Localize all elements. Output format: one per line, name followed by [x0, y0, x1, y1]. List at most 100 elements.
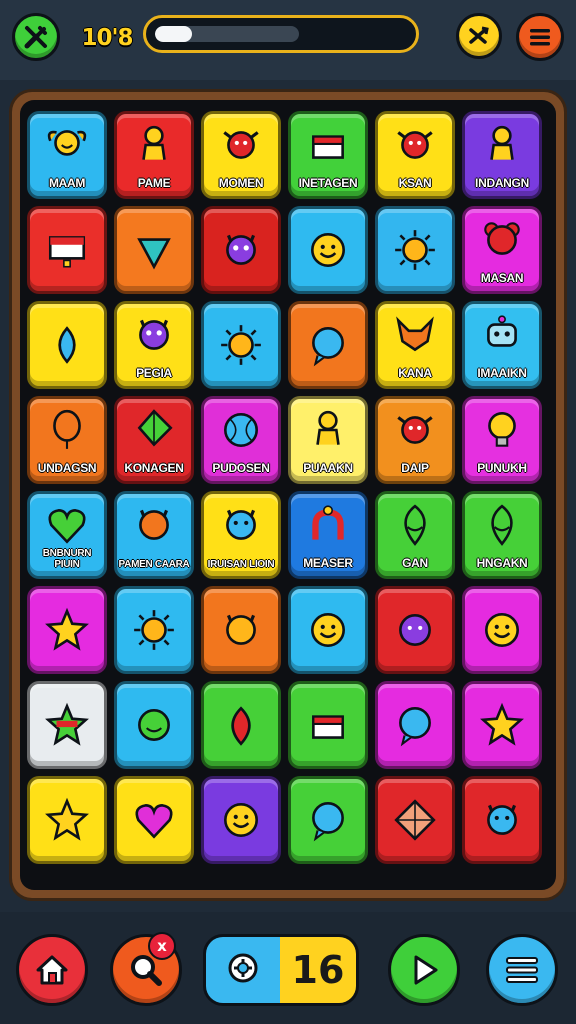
tile[interactable]: PAME	[114, 111, 194, 199]
tile[interactable]	[288, 681, 368, 769]
figure-icon	[305, 407, 351, 457]
orange-cat-icon	[131, 502, 177, 552]
smile-icon	[305, 227, 351, 277]
tile-label: PAMEN CAARA	[118, 559, 190, 570]
tile[interactable]	[288, 301, 368, 389]
tile[interactable]: BNBNURN PIUIN	[27, 491, 107, 579]
blue-drop-icon	[44, 322, 90, 372]
figure-icon	[479, 122, 525, 172]
bulb-icon	[479, 407, 525, 457]
tile-label: INDANGN	[475, 176, 529, 190]
tile[interactable]: MEASER	[288, 491, 368, 579]
kite-square-icon	[392, 797, 438, 847]
tile[interactable]: MASAN	[462, 206, 542, 294]
red-drop-icon	[218, 702, 264, 752]
blue-bubble-icon	[392, 702, 438, 752]
smile-icon	[479, 607, 525, 657]
tile[interactable]: INDANGN	[462, 111, 542, 199]
tile[interactable]	[114, 586, 194, 674]
hint-count-badge: x	[148, 932, 176, 960]
tile[interactable]	[114, 776, 194, 864]
tile[interactable]: KANA	[375, 301, 455, 389]
moves-counter-box: 16	[280, 937, 356, 1003]
red-bear-icon	[479, 217, 525, 267]
tile[interactable]: PUDOSEN	[201, 396, 281, 484]
tile[interactable]: GAN	[375, 491, 455, 579]
tile[interactable]: MAAM	[27, 111, 107, 199]
tile-label: MASAN	[480, 271, 524, 285]
tile[interactable]	[27, 586, 107, 674]
tile[interactable]	[288, 586, 368, 674]
tile[interactable]	[201, 776, 281, 864]
tile[interactable]: HNGAKN	[462, 491, 542, 579]
fox-icon	[392, 312, 438, 362]
tile[interactable]	[462, 586, 542, 674]
sun-icon	[392, 227, 438, 277]
star-face-icon	[479, 702, 525, 752]
level-progress-bar	[143, 15, 419, 53]
tile-label: PUDOSEN	[212, 461, 270, 475]
tile[interactable]: DAIP	[375, 396, 455, 484]
blue-bubble-icon	[305, 797, 351, 847]
tools-button[interactable]	[12, 13, 60, 61]
tile[interactable]	[462, 776, 542, 864]
shuffle-button[interactable]	[456, 13, 502, 59]
purple-blob-icon	[392, 607, 438, 657]
progress-track-inner	[155, 26, 299, 42]
tile[interactable]	[288, 776, 368, 864]
tile-label: GAN	[402, 556, 428, 570]
tile[interactable]	[462, 681, 542, 769]
tile[interactable]: KSAN	[375, 111, 455, 199]
home-icon	[32, 950, 72, 990]
menu-button[interactable]	[516, 13, 564, 61]
tile[interactable]: PUNUKH	[462, 396, 542, 484]
teal-gem-icon	[131, 227, 177, 277]
shuffle-icon	[467, 24, 491, 48]
tile-label: MOMEN	[218, 176, 264, 190]
tile-label: DAIP	[401, 461, 429, 475]
level-counter: 10'8	[81, 25, 133, 51]
tile-label: HNGAKN	[476, 556, 528, 570]
tile[interactable]	[201, 206, 281, 294]
tile-label: KONAGEN	[124, 461, 184, 475]
smile-icon	[305, 607, 351, 657]
tile[interactable]	[201, 681, 281, 769]
tile[interactable]: IMAAIKN	[462, 301, 542, 389]
tile[interactable]	[27, 206, 107, 294]
booster-button[interactable]	[206, 937, 280, 1003]
tile[interactable]	[27, 681, 107, 769]
tile[interactable]	[375, 681, 455, 769]
home-button[interactable]	[16, 934, 88, 1006]
star-face-icon	[44, 797, 90, 847]
flag-icon	[44, 227, 90, 277]
tile[interactable]	[375, 206, 455, 294]
moves-counter: 16	[291, 948, 345, 992]
tile[interactable]: PEGIA	[114, 301, 194, 389]
tile[interactable]	[114, 206, 194, 294]
tile[interactable]: IRUISAN LIOIN	[201, 491, 281, 579]
tile[interactable]	[375, 776, 455, 864]
tile[interactable]	[114, 681, 194, 769]
tile-label: UNDAGSN	[37, 461, 97, 475]
tile[interactable]: PUAAKN	[288, 396, 368, 484]
list-button[interactable]	[486, 934, 558, 1006]
game-board: MAAM PAME MOMEN INETAGEN KSAN INDANGN MASAN PEG…	[12, 92, 564, 898]
red-creature-icon	[392, 122, 438, 172]
tile[interactable]: KONAGEN	[114, 396, 194, 484]
tile[interactable]	[27, 776, 107, 864]
tile[interactable]	[201, 586, 281, 674]
tile[interactable]: PAMEN CAARA	[114, 491, 194, 579]
robot-icon	[479, 312, 525, 362]
play-button[interactable]	[388, 934, 460, 1006]
tile-label: IMAAIKN	[477, 366, 527, 380]
star-face-icon	[44, 607, 90, 657]
tile[interactable]: INETAGEN	[288, 111, 368, 199]
tile[interactable]	[288, 206, 368, 294]
tile[interactable]	[201, 301, 281, 389]
menu-icon	[528, 26, 552, 48]
tile[interactable]: UNDAGSN	[27, 396, 107, 484]
tile[interactable]: MOMEN	[201, 111, 281, 199]
tile[interactable]	[375, 586, 455, 674]
tile[interactable]	[27, 301, 107, 389]
green-face-icon	[131, 702, 177, 752]
